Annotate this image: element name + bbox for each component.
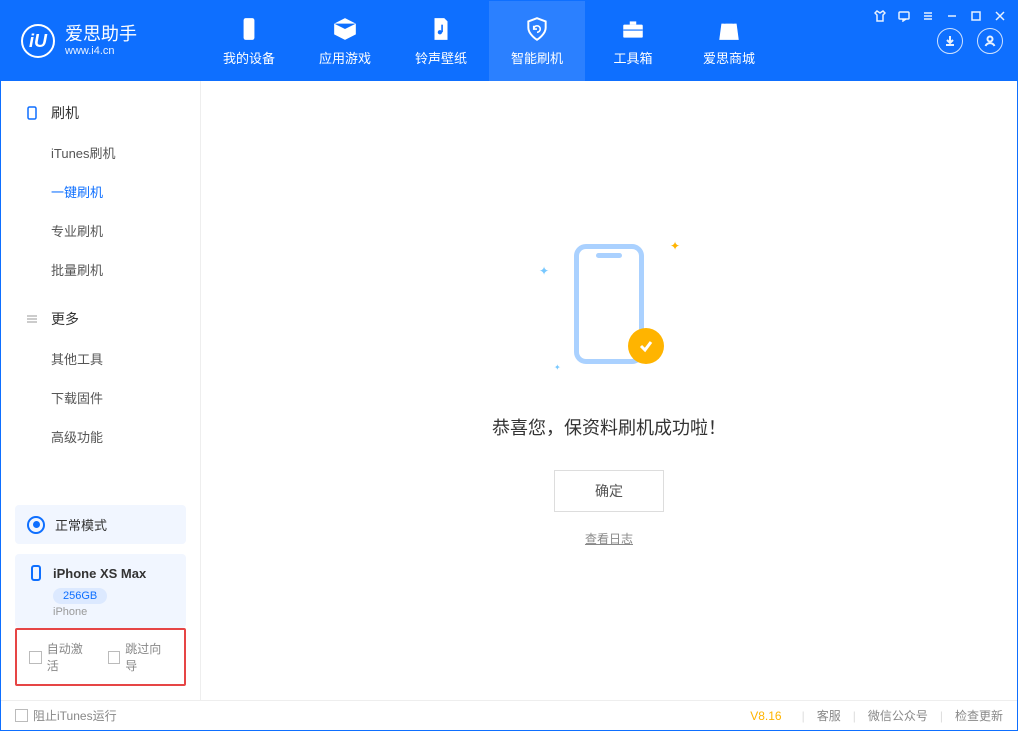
nav-store[interactable]: 爱思商城	[681, 1, 777, 81]
toolbox-icon	[619, 15, 647, 43]
ok-button[interactable]: 确定	[554, 470, 664, 512]
device-type: iPhone	[53, 606, 174, 618]
version-label: V8.16	[750, 709, 781, 723]
main-content: ✦ ✦ ✦ 恭喜您，保资料刷机成功啦！ 确定 查看日志	[201, 81, 1017, 700]
user-icon[interactable]	[977, 28, 1003, 54]
titlebar-icons	[873, 9, 1007, 23]
storage-pill: 256GB	[53, 588, 107, 604]
cube-icon	[331, 15, 359, 43]
nav-apps-games[interactable]: 应用游戏	[297, 1, 393, 81]
shirt-icon[interactable]	[873, 9, 887, 23]
checkbox-auto-activate[interactable]: 自动激活	[29, 640, 94, 674]
device-name: iPhone XS Max	[53, 566, 146, 581]
list-icon	[25, 312, 41, 326]
nav-tabs: 我的设备 应用游戏 铃声壁纸 智能刷机 工具箱 爱思商城	[201, 1, 777, 81]
options-highlighted-box: 自动激活 跳过向导	[15, 628, 186, 686]
sidebar-header-label: 更多	[51, 309, 79, 329]
view-log-link[interactable]: 查看日志	[585, 530, 633, 547]
sidebar-item-oneclick[interactable]: 一键刷机	[1, 172, 200, 211]
checkbox-skip-guide[interactable]: 跳过向导	[108, 640, 173, 674]
device-card[interactable]: iPhone XS Max 256GB iPhone	[15, 554, 186, 628]
sidebar: 刷机 iTunes刷机 一键刷机 专业刷机 批量刷机 更多 其他工具 下载固件 …	[1, 81, 201, 700]
nav-label: 我的设备	[223, 48, 275, 67]
app-logo: iU 爱思助手 www.i4.cn	[1, 24, 201, 58]
sidebar-item-batch[interactable]: 批量刷机	[1, 250, 200, 289]
shopping-bag-icon	[715, 15, 743, 43]
mode-card[interactable]: 正常模式	[15, 505, 186, 544]
mode-label: 正常模式	[55, 515, 107, 534]
close-icon[interactable]	[993, 9, 1007, 23]
app-header: iU 爱思助手 www.i4.cn 我的设备 应用游戏 铃声壁纸 智能刷机 工具…	[1, 1, 1017, 81]
nav-toolbox[interactable]: 工具箱	[585, 1, 681, 81]
phone-icon	[235, 15, 263, 43]
footer: 阻止iTunes运行 V8.16 | 客服 | 微信公众号 | 检查更新	[1, 700, 1017, 730]
sparkle-icon: ✦	[670, 239, 680, 253]
success-message: 恭喜您，保资料刷机成功啦！	[492, 414, 726, 440]
sparkle-icon: ✦	[554, 363, 561, 372]
download-icon[interactable]	[937, 28, 963, 54]
checkbox-label: 跳过向导	[125, 640, 172, 674]
nav-label: 智能刷机	[511, 48, 563, 67]
maximize-icon[interactable]	[969, 9, 983, 23]
nav-label: 应用游戏	[319, 48, 371, 67]
menu-icon[interactable]	[921, 9, 935, 23]
sidebar-item-pro[interactable]: 专业刷机	[1, 211, 200, 250]
sidebar-header-label: 刷机	[51, 103, 79, 123]
sidebar-header-flash[interactable]: 刷机	[1, 93, 200, 133]
device-icon	[25, 106, 41, 120]
nav-label: 铃声壁纸	[415, 48, 467, 67]
phone-outline-icon	[27, 564, 45, 582]
app-name: 爱思助手	[65, 25, 137, 45]
header-right	[937, 28, 1003, 54]
checkbox-block-itunes[interactable]: 阻止iTunes运行	[15, 707, 117, 724]
sidebar-item-advanced[interactable]: 高级功能	[1, 417, 200, 456]
sidebar-header-more[interactable]: 更多	[1, 299, 200, 339]
feedback-icon[interactable]	[897, 9, 911, 23]
shield-refresh-icon	[523, 15, 551, 43]
nav-ringtones[interactable]: 铃声壁纸	[393, 1, 489, 81]
check-update-link[interactable]: 检查更新	[955, 707, 1003, 724]
nav-my-device[interactable]: 我的设备	[201, 1, 297, 81]
minimize-icon[interactable]	[945, 9, 959, 23]
mode-dot-icon	[27, 516, 45, 534]
nav-label: 工具箱	[613, 48, 652, 67]
checkbox-label: 阻止iTunes运行	[33, 707, 117, 724]
support-link[interactable]: 客服	[817, 707, 841, 724]
music-file-icon	[427, 15, 455, 43]
sidebar-item-download-fw[interactable]: 下载固件	[1, 378, 200, 417]
wechat-link[interactable]: 微信公众号	[868, 707, 928, 724]
sidebar-item-other-tools[interactable]: 其他工具	[1, 339, 200, 378]
app-url: www.i4.cn	[65, 45, 137, 57]
checkbox-label: 自动激活	[47, 640, 94, 674]
nav-smart-flash[interactable]: 智能刷机	[489, 1, 585, 81]
sidebar-item-itunes[interactable]: iTunes刷机	[1, 133, 200, 172]
nav-label: 爱思商城	[703, 48, 755, 67]
checkmark-badge-icon	[628, 328, 664, 364]
success-illustration: ✦ ✦ ✦	[544, 234, 674, 384]
sparkle-icon: ✦	[539, 264, 549, 278]
